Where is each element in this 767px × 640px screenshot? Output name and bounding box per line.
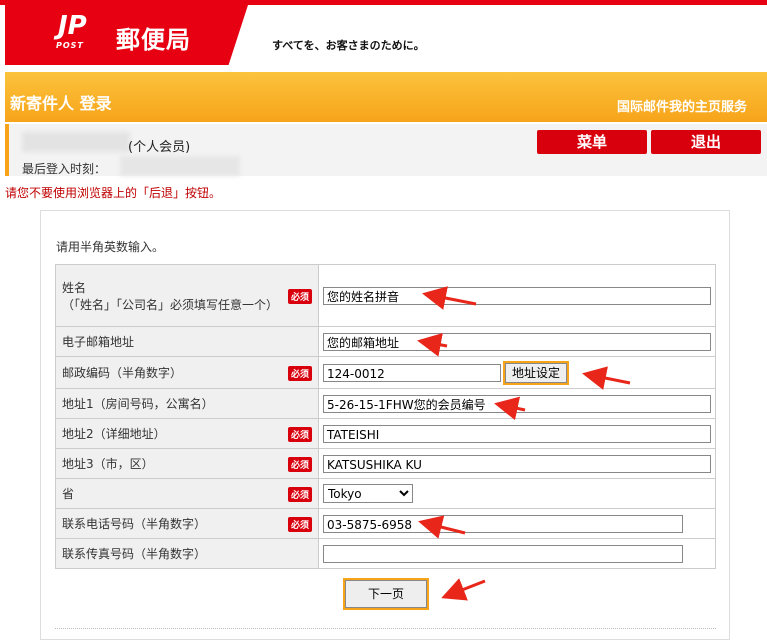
arrow-phone (418, 515, 466, 539)
arrow-email (417, 333, 448, 357)
arrow-address-button (582, 366, 631, 390)
arrow-name (422, 286, 477, 310)
arrow-address1 (494, 396, 526, 421)
annotation-arrows (417, 286, 631, 601)
arrow-next (441, 578, 486, 601)
